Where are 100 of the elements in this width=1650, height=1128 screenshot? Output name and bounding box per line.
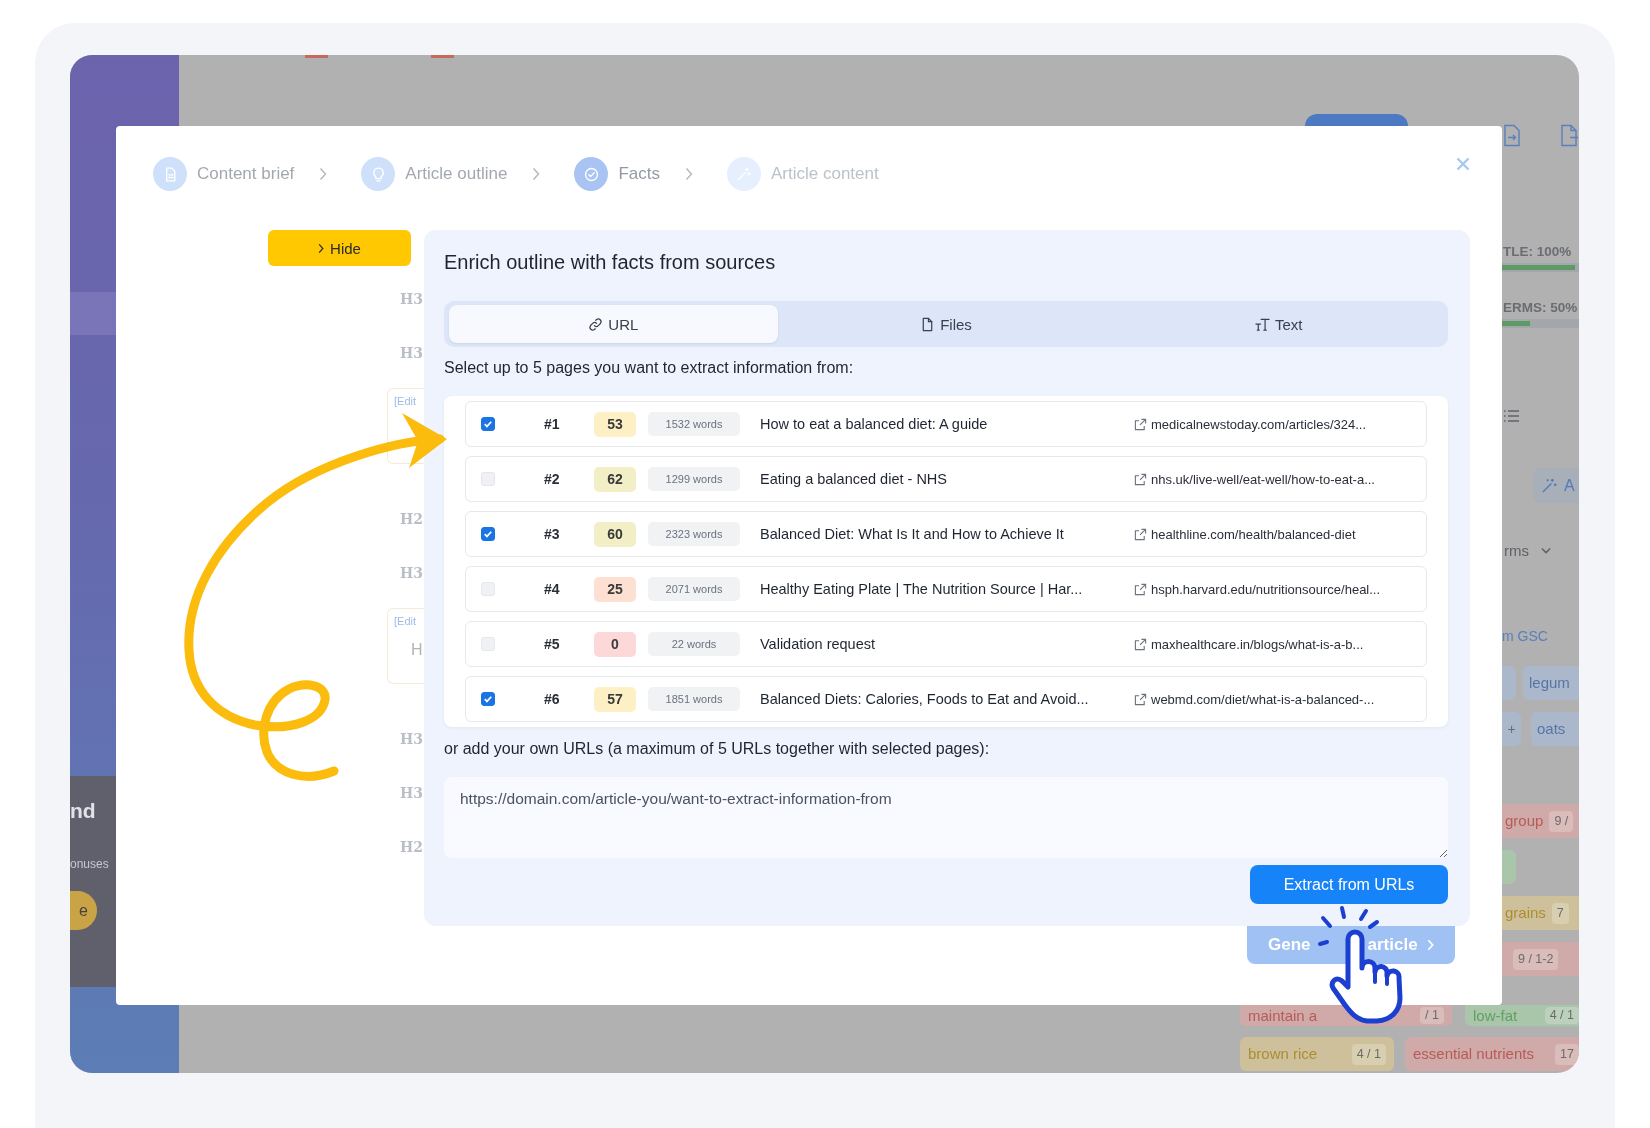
result-row[interactable]: #2 62 1299 words Eating a balanced diet - NHS nhs.uk/live-well/eat-well/how-to-eat-a... [465, 456, 1427, 502]
result-row[interactable]: #3 60 2323 words Balanced Diet: What Is It and How to Achieve It healthline.com/health/balanced-diet [465, 511, 1427, 557]
hide-button[interactable]: Hide [268, 230, 411, 266]
sidebar-item[interactable] [70, 292, 116, 335]
keyword-tag[interactable]: legum [1523, 666, 1579, 700]
link-icon [588, 316, 604, 332]
score-badge: 0 [594, 631, 636, 657]
heading-level-label: H3 [400, 784, 423, 802]
heading-level-label: H3 [400, 730, 423, 748]
score-label: TLE: 100% [1502, 243, 1572, 260]
source-link[interactable]: healthline.com/health/balanced-diet [1134, 526, 1426, 542]
add-tag-button[interactable]: + [1502, 712, 1521, 746]
keyword-tag[interactable]: grains 7 [1502, 896, 1579, 930]
result-title: Validation request [760, 636, 876, 652]
word-count-badge: 1851 words [648, 687, 740, 711]
toolbar-button[interactable] [1305, 114, 1408, 126]
panel-title: Enrich outline with facts from sources [444, 250, 777, 274]
tab[interactable]: Text [1114, 305, 1443, 343]
text-size-icon [1254, 316, 1270, 332]
result-title: Balanced Diets: Calories, Foods to Eat and Avoid... [760, 691, 1090, 707]
heading-level-label: H2 [400, 510, 423, 528]
tag-count: 7 [1551, 902, 1569, 924]
source-link[interactable]: nhs.uk/live-well/eat-well/how-to-eat-a... [1134, 471, 1426, 487]
tab-indicator [305, 55, 328, 58]
keyword-tag[interactable]: oats [1531, 712, 1579, 746]
source-link[interactable]: webmd.com/diet/what-is-a-balanced-... [1134, 691, 1426, 707]
tag-count: 9 / 1-2 [1513, 948, 1559, 970]
magic-button[interactable]: A [1533, 468, 1579, 503]
tag-label: legum [1529, 674, 1570, 692]
heading-level-label: H2 [400, 838, 423, 856]
word-count-badge: 1532 words [648, 412, 740, 436]
word-count-badge: 2071 words [648, 577, 740, 601]
source-link[interactable]: hsph.harvard.edu/nutritionsource/heal... [1134, 581, 1426, 597]
dropdown[interactable]: rms [1502, 542, 1551, 559]
rank-number: #6 [544, 691, 561, 707]
result-title: Healthy Eating Plate | The Nutrition Source | Har... [760, 581, 1084, 597]
result-row[interactable]: #1 53 1532 words How to eat a balanced diet: A guide medicalnewstoday.com/articles/324... [465, 401, 1427, 447]
keyword-tag[interactable]: group 9 / [1502, 804, 1579, 838]
external-link-icon [1134, 582, 1147, 596]
generate-article-button[interactable]: Gene article [1247, 926, 1455, 964]
outline-text: H [411, 641, 423, 659]
magic-wand-icon [726, 157, 761, 191]
keyword-tag[interactable]: brown rice 4 / 1 [1240, 1037, 1394, 1071]
score-badge: 62 [594, 466, 636, 492]
step-tab[interactable]: Article outline [361, 157, 508, 191]
checkbox[interactable] [481, 692, 495, 706]
chevron-right-icon [319, 167, 328, 181]
instruction-text: Select up to 5 pages you want to extract information from: [444, 359, 855, 377]
tab[interactable]: URL [449, 305, 778, 343]
external-link-icon [1134, 527, 1147, 541]
chevron-down-icon [1541, 547, 1551, 554]
document-icon[interactable] [1503, 123, 1521, 148]
heading-level-label: H3 [400, 290, 423, 308]
promo-button[interactable]: e [70, 891, 97, 930]
rank-number: #2 [544, 471, 561, 487]
source-link[interactable]: medicalnewstoday.com/articles/324... [1134, 416, 1426, 432]
word-count-badge: 1299 words [648, 467, 740, 491]
source-link[interactable]: maxhealthcare.in/blogs/what-is-a-b... [1134, 636, 1426, 652]
score-badge: 53 [594, 411, 636, 437]
rank-number: #5 [544, 636, 561, 652]
url-input-field[interactable]: https://domain.com/article-you/want-to-extract-information-from [444, 777, 1448, 858]
custom-urls-label: or add your own URLs (a maximum of 5 URLs together with selected pages): [444, 740, 991, 758]
tag-label: group [1505, 812, 1544, 830]
result-row[interactable]: #5 0 22 words Validation request maxhealthcare.in/blogs/what-is-a-b... [465, 621, 1427, 667]
rank-number: #3 [544, 526, 561, 542]
word-count-badge: 22 words [648, 632, 740, 656]
chevron-right-icon [1426, 939, 1434, 951]
result-row[interactable]: #6 57 1851 words Balanced Diets: Calories, Foods to Eat and Avoid... webmd.com/diet/what-is-a-balanced-... [465, 676, 1427, 722]
source-label: m GSC [1502, 628, 1548, 645]
step-tab[interactable]: Facts [574, 157, 660, 191]
promo-title: nd [70, 799, 96, 823]
keyword-tag[interactable]: essential nutrients 17 [1405, 1037, 1579, 1071]
edit-link[interactable]: [Edit [394, 394, 416, 408]
tag-label: grains [1505, 904, 1546, 922]
check-circle-icon [574, 157, 609, 191]
score-label: ERMS: 50% [1502, 299, 1578, 316]
checkbox[interactable] [481, 527, 495, 541]
tag-count: 9 / [1549, 810, 1574, 832]
tag-label: brown rice [1248, 1045, 1318, 1063]
keyword-tag[interactable]: low-fat 4 / 1 [1465, 1005, 1579, 1026]
result-title: Balanced Diet: What Is It and How to Achieve It [760, 526, 1065, 542]
tab[interactable]: Files [781, 305, 1111, 343]
external-link-icon [1134, 472, 1147, 486]
external-link-icon [1134, 417, 1147, 431]
heading-level-label: H3 [400, 344, 423, 362]
edit-link[interactable]: [Edit [394, 614, 416, 628]
checkmark-icon [482, 693, 494, 705]
document-icon [153, 157, 187, 191]
tab-indicator [431, 55, 454, 58]
extract-button[interactable]: Extract from URLs [1250, 865, 1448, 904]
external-link-icon [1134, 637, 1147, 651]
document-icon[interactable] [1560, 123, 1578, 148]
checkbox[interactable] [481, 417, 495, 431]
list-icon[interactable] [1503, 409, 1519, 423]
chevron-right-icon [532, 167, 541, 181]
close-icon[interactable] [1456, 157, 1470, 171]
keyword-tag[interactable]: 9 / 1-2 [1502, 942, 1579, 976]
step-tab[interactable]: Content brief [153, 157, 295, 191]
result-row[interactable]: #4 25 2071 words Healthy Eating Plate | The Nutrition Source | Har... hsph.harvard.edu/nutritionsource/heal... [465, 566, 1427, 612]
result-title: How to eat a balanced diet: A guide [760, 416, 989, 432]
